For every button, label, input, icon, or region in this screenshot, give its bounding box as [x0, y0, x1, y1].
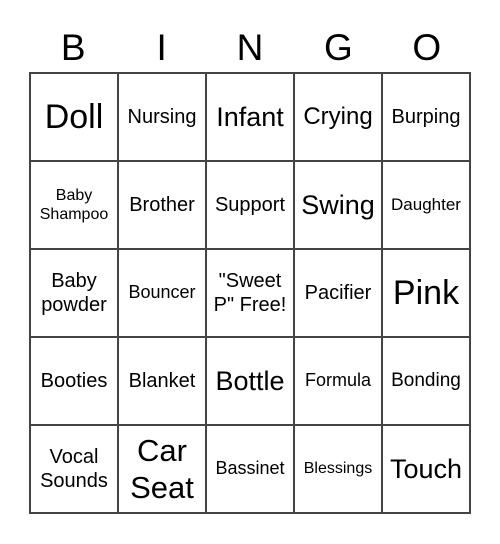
cell-text: Infant [216, 101, 284, 132]
cell-text: Bouncer [128, 282, 196, 303]
cell-text: Doll [44, 97, 104, 136]
cell-text: Car Seat [130, 432, 194, 505]
bingo-cell[interactable]: Formula [294, 337, 382, 425]
cell-text: Pacifier [304, 282, 372, 304]
bingo-cell[interactable]: Car Seat [118, 425, 206, 513]
cell-text: Vocal Sounds [40, 446, 108, 492]
bingo-cell[interactable]: Burping [382, 73, 470, 161]
header-letter: B [60, 27, 86, 68]
header-letter: N [236, 27, 264, 68]
bingo-cell[interactable]: Bottle [206, 337, 294, 425]
cell-text: Blanket [128, 370, 196, 392]
cell-text: Daughter [391, 194, 461, 214]
cell-text: Bonding [391, 369, 461, 391]
cell-text: Crying [303, 102, 373, 130]
header-letter: I [156, 27, 167, 68]
cell-text: Bottle [215, 365, 285, 396]
bingo-cell[interactable]: Crying [294, 73, 382, 161]
bingo-cell[interactable]: Brother [118, 161, 206, 249]
bingo-cell[interactable]: Pink [382, 249, 470, 337]
bingo-cell[interactable]: Vocal Sounds [30, 425, 118, 513]
bingo-cell[interactable]: Pacifier [294, 249, 382, 337]
bingo-cell[interactable]: Blessings [294, 425, 382, 513]
cell-text: Blessings [303, 460, 373, 478]
bingo-cell[interactable]: Bonding [382, 337, 470, 425]
bingo-grid: Doll Nursing Infant Crying Burping Baby Shamp… [29, 72, 471, 514]
cell-text: Baby Shampoo [39, 186, 109, 223]
bingo-cell[interactable]: Nursing [118, 73, 206, 161]
bingo-cell[interactable]: Blanket [118, 337, 206, 425]
header-letter: G [323, 27, 353, 68]
bingo-cell[interactable]: Baby powder [30, 249, 118, 337]
bingo-cell[interactable]: Booties [30, 337, 118, 425]
bingo-cell[interactable]: Bassinet [206, 425, 294, 513]
bingo-cell[interactable]: Swing [294, 161, 382, 249]
cell-text: Touch [389, 453, 463, 484]
bingo-cell[interactable]: Support [206, 161, 294, 249]
header-letter: O [412, 27, 442, 68]
cell-text: Formula [304, 370, 371, 391]
cell-text: Nursing [127, 106, 197, 128]
bingo-cell[interactable]: Touch [382, 425, 470, 513]
cell-text: Pink [392, 273, 460, 312]
bingo-cell[interactable]: Daughter [382, 161, 470, 249]
bingo-cell[interactable]: Baby Shampoo [30, 161, 118, 249]
bingo-cell[interactable]: Bouncer [118, 249, 206, 337]
cell-text: Booties [40, 370, 108, 392]
cell-text: "Sweet P" Free! [213, 270, 287, 316]
cell-text: Swing [301, 189, 375, 220]
cell-text: Brother [129, 194, 195, 216]
bingo-cell[interactable]: Infant [206, 73, 294, 161]
bingo-cell[interactable]: "Sweet P" Free! [206, 249, 294, 337]
bingo-header: BINGO [29, 26, 471, 70]
cell-text: Burping [391, 106, 461, 128]
cell-text: Baby powder [41, 270, 107, 316]
cell-text: Bassinet [215, 458, 285, 479]
cell-text: Support [214, 194, 286, 216]
bingo-cell[interactable]: Doll [30, 73, 118, 161]
